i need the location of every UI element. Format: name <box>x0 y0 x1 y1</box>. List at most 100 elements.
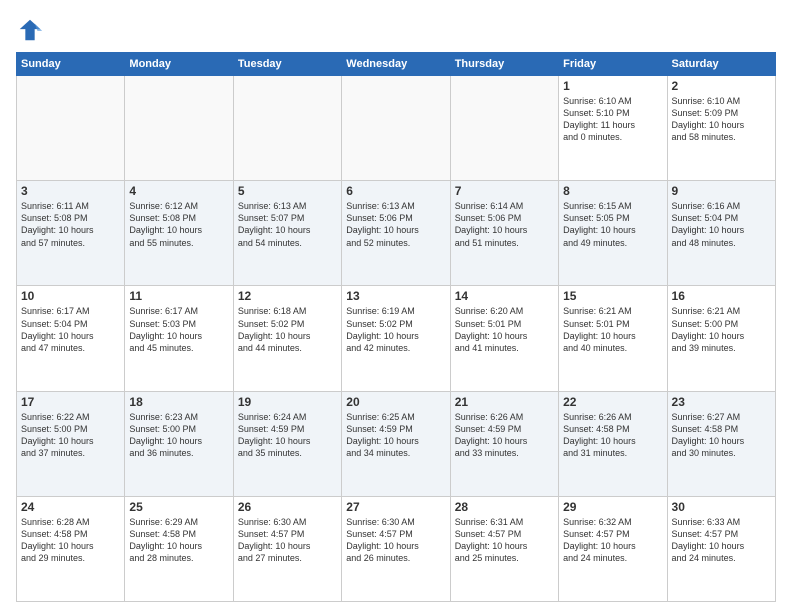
day-info: Sunrise: 6:10 AM Sunset: 5:10 PM Dayligh… <box>563 95 662 144</box>
calendar-cell: 27Sunrise: 6:30 AM Sunset: 4:57 PM Dayli… <box>342 496 450 601</box>
day-number: 28 <box>455 500 554 514</box>
week-row: 17 Sunrise: 6:22 AM Sunset: 5:00 PM Dayli… <box>17 391 776 496</box>
calendar-cell: 13Sunrise: 6:19 AM Sunset: 5:02 PM Dayli… <box>342 286 450 391</box>
calendar-cell <box>233 76 341 181</box>
calendar-cell: 29 Sunrise: 6:32 AM Sunset: 4:57 PM Dayli… <box>559 496 667 601</box>
calendar-cell: 10 Sunrise: 6:17 AM Sunset: 5:04 PM Dayli… <box>17 286 125 391</box>
header <box>16 12 776 44</box>
calendar-cell: 15Sunrise: 6:21 AM Sunset: 5:01 PM Dayli… <box>559 286 667 391</box>
calendar-cell: 11 Sunrise: 6:17 AM Sunset: 5:03 PM Dayli… <box>125 286 233 391</box>
calendar-cell: 7 Sunrise: 6:14 AM Sunset: 5:06 PM Daylig… <box>450 181 558 286</box>
day-number: 12 <box>238 289 337 303</box>
day-number: 22 <box>563 395 662 409</box>
weekday-header: Friday <box>559 53 667 76</box>
day-number: 26 <box>238 500 337 514</box>
day-info: Sunrise: 6:24 AM Sunset: 4:59 PM Dayligh… <box>238 411 337 460</box>
day-number: 16 <box>672 289 771 303</box>
week-row: 10 Sunrise: 6:17 AM Sunset: 5:04 PM Dayli… <box>17 286 776 391</box>
day-info: Sunrise: 6:26 AM Sunset: 4:58 PM Dayligh… <box>563 411 662 460</box>
calendar-cell: 22 Sunrise: 6:26 AM Sunset: 4:58 PM Dayli… <box>559 391 667 496</box>
calendar-cell: 21Sunrise: 6:26 AM Sunset: 4:59 PM Dayli… <box>450 391 558 496</box>
calendar-cell <box>342 76 450 181</box>
calendar-cell: 4 Sunrise: 6:12 AM Sunset: 5:08 PM Daylig… <box>125 181 233 286</box>
day-number: 1 <box>563 79 662 93</box>
day-info: Sunrise: 6:25 AM Sunset: 4:59 PM Dayligh… <box>346 411 445 460</box>
calendar-cell: 30Sunrise: 6:33 AM Sunset: 4:57 PM Dayli… <box>667 496 775 601</box>
day-info: Sunrise: 6:12 AM Sunset: 5:08 PM Dayligh… <box>129 200 228 249</box>
calendar-cell: 6 Sunrise: 6:13 AM Sunset: 5:06 PM Daylig… <box>342 181 450 286</box>
day-info: Sunrise: 6:15 AM Sunset: 5:05 PM Dayligh… <box>563 200 662 249</box>
calendar-cell: 3 Sunrise: 6:11 AM Sunset: 5:08 PM Daylig… <box>17 181 125 286</box>
calendar-cell: 2 Sunrise: 6:10 AM Sunset: 5:09 PM Daylig… <box>667 76 775 181</box>
day-info: Sunrise: 6:20 AM Sunset: 5:01 PM Dayligh… <box>455 305 554 354</box>
day-info: Sunrise: 6:10 AM Sunset: 5:09 PM Dayligh… <box>672 95 771 144</box>
day-number: 11 <box>129 289 228 303</box>
logo-icon <box>16 16 44 44</box>
day-number: 24 <box>21 500 120 514</box>
day-info: Sunrise: 6:30 AM Sunset: 4:57 PM Dayligh… <box>238 516 337 565</box>
day-info: Sunrise: 6:28 AM Sunset: 4:58 PM Dayligh… <box>21 516 120 565</box>
day-info: Sunrise: 6:17 AM Sunset: 5:03 PM Dayligh… <box>129 305 228 354</box>
calendar-cell: 16 Sunrise: 6:21 AM Sunset: 5:00 PM Dayli… <box>667 286 775 391</box>
day-info: Sunrise: 6:11 AM Sunset: 5:08 PM Dayligh… <box>21 200 120 249</box>
calendar-cell: 26 Sunrise: 6:30 AM Sunset: 4:57 PM Dayli… <box>233 496 341 601</box>
calendar-cell: 20Sunrise: 6:25 AM Sunset: 4:59 PM Dayli… <box>342 391 450 496</box>
week-row: 1 Sunrise: 6:10 AM Sunset: 5:10 PM Daylig… <box>17 76 776 181</box>
calendar-cell: 18Sunrise: 6:23 AM Sunset: 5:00 PM Dayli… <box>125 391 233 496</box>
calendar-cell <box>17 76 125 181</box>
day-number: 23 <box>672 395 771 409</box>
weekday-header-row: SundayMondayTuesdayWednesdayThursdayFrid… <box>17 53 776 76</box>
calendar-cell: 5Sunrise: 6:13 AM Sunset: 5:07 PM Daylig… <box>233 181 341 286</box>
week-row: 3 Sunrise: 6:11 AM Sunset: 5:08 PM Daylig… <box>17 181 776 286</box>
day-info: Sunrise: 6:21 AM Sunset: 5:01 PM Dayligh… <box>563 305 662 354</box>
day-number: 18 <box>129 395 228 409</box>
day-number: 8 <box>563 184 662 198</box>
calendar-cell: 19 Sunrise: 6:24 AM Sunset: 4:59 PM Dayli… <box>233 391 341 496</box>
day-info: Sunrise: 6:29 AM Sunset: 4:58 PM Dayligh… <box>129 516 228 565</box>
day-number: 3 <box>21 184 120 198</box>
calendar-cell: 8 Sunrise: 6:15 AM Sunset: 5:05 PM Daylig… <box>559 181 667 286</box>
day-number: 14 <box>455 289 554 303</box>
day-number: 4 <box>129 184 228 198</box>
week-row: 24 Sunrise: 6:28 AM Sunset: 4:58 PM Dayli… <box>17 496 776 601</box>
weekday-header: Thursday <box>450 53 558 76</box>
calendar-cell: 17 Sunrise: 6:22 AM Sunset: 5:00 PM Dayli… <box>17 391 125 496</box>
calendar-cell: 1 Sunrise: 6:10 AM Sunset: 5:10 PM Daylig… <box>559 76 667 181</box>
day-info: Sunrise: 6:18 AM Sunset: 5:02 PM Dayligh… <box>238 305 337 354</box>
day-number: 9 <box>672 184 771 198</box>
day-info: Sunrise: 6:33 AM Sunset: 4:57 PM Dayligh… <box>672 516 771 565</box>
day-info: Sunrise: 6:21 AM Sunset: 5:00 PM Dayligh… <box>672 305 771 354</box>
day-info: Sunrise: 6:30 AM Sunset: 4:57 PM Dayligh… <box>346 516 445 565</box>
weekday-header: Sunday <box>17 53 125 76</box>
day-info: Sunrise: 6:13 AM Sunset: 5:06 PM Dayligh… <box>346 200 445 249</box>
day-info: Sunrise: 6:22 AM Sunset: 5:00 PM Dayligh… <box>21 411 120 460</box>
day-number: 13 <box>346 289 445 303</box>
calendar-cell: 23 Sunrise: 6:27 AM Sunset: 4:58 PM Dayli… <box>667 391 775 496</box>
day-number: 25 <box>129 500 228 514</box>
weekday-header: Saturday <box>667 53 775 76</box>
day-info: Sunrise: 6:16 AM Sunset: 5:04 PM Dayligh… <box>672 200 771 249</box>
logo <box>16 12 48 44</box>
weekday-header: Monday <box>125 53 233 76</box>
day-number: 29 <box>563 500 662 514</box>
day-info: Sunrise: 6:27 AM Sunset: 4:58 PM Dayligh… <box>672 411 771 460</box>
day-number: 7 <box>455 184 554 198</box>
day-number: 21 <box>455 395 554 409</box>
calendar-cell: 28 Sunrise: 6:31 AM Sunset: 4:57 PM Dayli… <box>450 496 558 601</box>
weekday-header: Wednesday <box>342 53 450 76</box>
day-info: Sunrise: 6:17 AM Sunset: 5:04 PM Dayligh… <box>21 305 120 354</box>
day-number: 10 <box>21 289 120 303</box>
day-number: 6 <box>346 184 445 198</box>
calendar-cell <box>125 76 233 181</box>
calendar-cell: 25 Sunrise: 6:29 AM Sunset: 4:58 PM Dayli… <box>125 496 233 601</box>
day-info: Sunrise: 6:32 AM Sunset: 4:57 PM Dayligh… <box>563 516 662 565</box>
day-number: 19 <box>238 395 337 409</box>
calendar-cell: 12 Sunrise: 6:18 AM Sunset: 5:02 PM Dayli… <box>233 286 341 391</box>
day-info: Sunrise: 6:13 AM Sunset: 5:07 PM Dayligh… <box>238 200 337 249</box>
calendar-cell: 14 Sunrise: 6:20 AM Sunset: 5:01 PM Dayli… <box>450 286 558 391</box>
day-number: 2 <box>672 79 771 93</box>
day-info: Sunrise: 6:31 AM Sunset: 4:57 PM Dayligh… <box>455 516 554 565</box>
weekday-header: Tuesday <box>233 53 341 76</box>
day-number: 17 <box>21 395 120 409</box>
day-info: Sunrise: 6:14 AM Sunset: 5:06 PM Dayligh… <box>455 200 554 249</box>
